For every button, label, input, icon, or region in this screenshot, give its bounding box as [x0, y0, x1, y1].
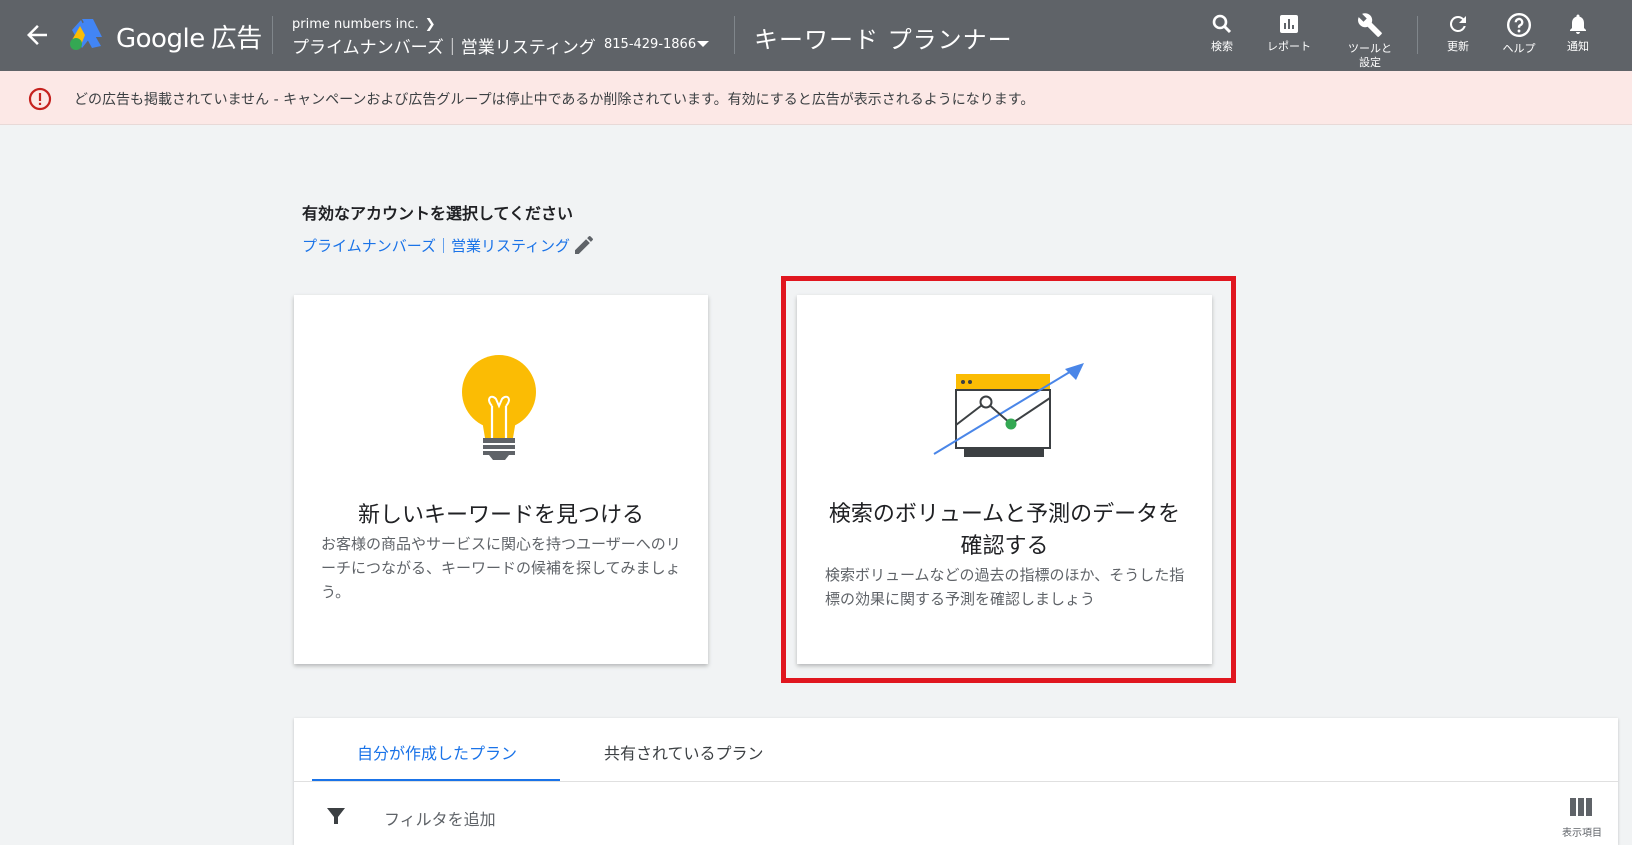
card-title: 新しいキーワードを見つける: [357, 503, 644, 528]
discover-keywords-card[interactable]: 新しいキーワードを見つける お客様の商品やサービスに関心を持つユーザーへのリーチ…: [294, 295, 708, 664]
google-ads-logo-icon[interactable]: [68, 17, 104, 51]
card-description: 検索ボリュームなどの過去の指標のほか、そうした指標の効果に関する予測を確認しまし…: [825, 566, 1185, 608]
account-name[interactable]: プライムナンバーズ｜営業リスティング: [292, 33, 596, 58]
columns-icon[interactable]: [1570, 798, 1592, 816]
tools-settings-label-line2: 設定: [1359, 56, 1381, 69]
tab-my-plans[interactable]: 自分が作成したプラン: [357, 740, 517, 764]
tab-shared-plans[interactable]: 共有されているプラン: [604, 740, 764, 764]
header-divider: [272, 16, 273, 54]
plans-panel: 自分が作成したプラン 共有されているプラン フィルタを追加 表示項目: [294, 718, 1618, 845]
refresh-icon: [1449, 15, 1466, 32]
bell-icon: [1570, 14, 1586, 34]
notifications-button[interactable]: 通知: [1548, 12, 1608, 54]
brand-ads: 広告: [210, 24, 263, 54]
account-org[interactable]: prime numbers inc. ❯: [292, 17, 436, 32]
edit-pencil-icon[interactable]: [572, 233, 596, 257]
columns-label[interactable]: 表示項目: [1562, 824, 1602, 839]
search-button[interactable]: 検索: [1192, 12, 1252, 54]
lightbulb-icon: [462, 355, 536, 460]
report-label: レポート: [1267, 40, 1311, 53]
refresh-button[interactable]: 更新: [1428, 12, 1488, 54]
account-dropdown-icon[interactable]: [697, 41, 709, 47]
help-button[interactable]: ヘルプ: [1489, 12, 1549, 56]
forecast-volume-card[interactable]: 検索のボリュームと予測のデータを確認する 検索ボリュームなどの過去の指標のほか、…: [797, 295, 1212, 664]
select-account-heading: 有効なアカウントを選択してください: [302, 204, 574, 223]
header-divider: [734, 16, 735, 54]
brand-name[interactable]: Google 広告: [116, 18, 262, 55]
header-divider: [1417, 16, 1418, 54]
search-label: 検索: [1211, 40, 1233, 53]
selected-account-link[interactable]: プライムナンバーズ｜営業リスティング: [302, 235, 570, 256]
page-title: キーワード プランナー: [754, 26, 1013, 54]
report-icon: [1280, 15, 1298, 33]
alert-banner: どの広告も掲載されていません - キャンペーンおよび広告グループは停止中であるか…: [0, 71, 1632, 125]
tools-settings-button[interactable]: ツールと 設定: [1340, 12, 1400, 70]
card-description: お客様の商品やサービスに関心を持つユーザーへのリーチにつながる、キーワードの候補…: [321, 535, 681, 601]
alert-message: どの広告も掲載されていません - キャンペーンおよび広告グループは停止中であるか…: [74, 92, 1035, 108]
top-app-bar: Google 広告 prime numbers inc. ❯ プライムナンバーズ｜営…: [0, 0, 1632, 71]
refresh-label: 更新: [1447, 40, 1469, 53]
chevron-right-icon: ❯: [424, 17, 436, 32]
add-filter-button[interactable]: フィルタを追加: [384, 806, 496, 830]
report-button[interactable]: レポート: [1259, 12, 1319, 54]
tab-divider: [294, 781, 1618, 782]
card-title: 検索のボリュームと予測のデータを確認する: [828, 502, 1181, 559]
search-icon: [1212, 14, 1232, 34]
back-arrow-icon[interactable]: [22, 20, 52, 50]
help-label: ヘルプ: [1502, 42, 1536, 55]
tools-settings-label-line1: ツールと: [1348, 42, 1392, 55]
forecast-chart-icon: [933, 363, 1084, 457]
help-icon: [1506, 12, 1532, 38]
tools-settings-label: ツールと 設定: [1340, 42, 1400, 70]
wrench-icon: [1358, 13, 1382, 37]
account-id[interactable]: 815-429-1866: [604, 37, 696, 52]
notifications-label: 通知: [1567, 40, 1589, 53]
filter-icon[interactable]: [324, 804, 348, 828]
account-org-label: prime numbers inc.: [292, 17, 419, 32]
error-icon: [28, 87, 52, 111]
brand-google: Google: [116, 24, 205, 54]
